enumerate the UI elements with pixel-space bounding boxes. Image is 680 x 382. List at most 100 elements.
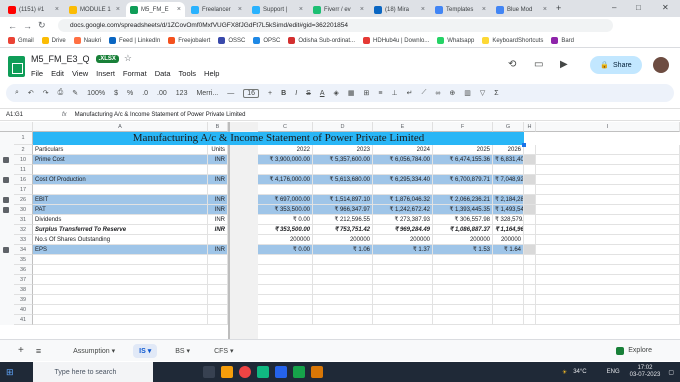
- cell[interactable]: [208, 285, 228, 295]
- cell[interactable]: 2026: [493, 145, 524, 155]
- chrome-icon[interactable]: [238, 366, 251, 378]
- expand-group-icon[interactable]: [3, 247, 9, 253]
- row-number[interactable]: 33: [14, 235, 33, 245]
- cell[interactable]: INR: [208, 205, 228, 215]
- cell[interactable]: ₹ 966,347.97: [313, 205, 373, 215]
- cell[interactable]: [524, 235, 536, 245]
- cell[interactable]: ₹ 1,086,887.37: [433, 225, 493, 235]
- cell[interactable]: ₹ 5,613,680.00: [313, 175, 373, 185]
- sheet-tab-menu-icon[interactable]: ▾: [110, 348, 116, 355]
- cell[interactable]: [524, 155, 536, 165]
- cell[interactable]: [33, 165, 208, 175]
- cell[interactable]: ₹ 3,900,000.00: [258, 155, 313, 165]
- tab-close-icon[interactable]: ×: [421, 6, 425, 13]
- cell[interactable]: [536, 215, 680, 225]
- cell[interactable]: [208, 275, 228, 285]
- cell[interactable]: [373, 185, 433, 195]
- cell[interactable]: [433, 295, 493, 305]
- cell[interactable]: [313, 305, 373, 315]
- filter-icon[interactable]: ▽: [480, 89, 485, 97]
- cell[interactable]: [524, 215, 536, 225]
- align-icon[interactable]: ≡: [378, 90, 382, 97]
- cell[interactable]: [524, 195, 536, 205]
- cell[interactable]: [313, 315, 373, 325]
- sheet-tab-bs[interactable]: BS ▾: [169, 344, 196, 358]
- cell[interactable]: [373, 165, 433, 175]
- cell[interactable]: PAT: [33, 205, 208, 215]
- cell[interactable]: [536, 185, 680, 195]
- menu-file[interactable]: File: [31, 69, 43, 78]
- cell[interactable]: ₹ 753,751.42: [313, 225, 373, 235]
- cell[interactable]: ₹ 1.37: [373, 245, 433, 255]
- browser-tab[interactable]: (1151) #1 ×: [4, 2, 63, 17]
- cell[interactable]: [536, 285, 680, 295]
- cell[interactable]: [536, 145, 680, 155]
- cell[interactable]: [208, 235, 228, 245]
- font-size-increase[interactable]: +: [268, 90, 272, 97]
- cell[interactable]: [536, 165, 680, 175]
- back-icon[interactable]: ←: [8, 21, 17, 31]
- cell[interactable]: [313, 295, 373, 305]
- column-header-b[interactable]: B: [208, 122, 228, 132]
- cell[interactable]: ₹ 1,164,963.53: [493, 225, 524, 235]
- sheet-tab-assumption[interactable]: Assumption ▾: [67, 344, 121, 358]
- wrap-icon[interactable]: ↵: [407, 89, 413, 97]
- cell[interactable]: [493, 295, 524, 305]
- windows-start-icon[interactable]: ⊞: [6, 367, 14, 378]
- browser-tab[interactable]: Freelancer ×: [187, 2, 246, 17]
- menu-data[interactable]: Data: [155, 69, 171, 78]
- cell[interactable]: [258, 165, 313, 175]
- column-header-i[interactable]: I: [536, 122, 680, 132]
- cell[interactable]: [536, 245, 680, 255]
- sheets-logo-icon[interactable]: [8, 56, 25, 77]
- cell[interactable]: [536, 175, 680, 185]
- row-number[interactable]: 40: [14, 305, 33, 315]
- row-number[interactable]: 31: [14, 215, 33, 225]
- expand-group-icon[interactable]: [3, 197, 9, 203]
- cell[interactable]: [524, 255, 536, 265]
- tab-close-icon[interactable]: ×: [116, 6, 120, 13]
- cell[interactable]: ₹ 353,500.00: [258, 205, 313, 215]
- cell[interactable]: ₹ 1.64: [493, 245, 524, 255]
- cell[interactable]: [493, 275, 524, 285]
- cell[interactable]: [536, 265, 680, 275]
- add-sheet-icon[interactable]: +: [18, 345, 24, 356]
- cell[interactable]: [536, 315, 680, 325]
- cell[interactable]: ₹ 1,493,542.99: [493, 205, 524, 215]
- cell[interactable]: ₹ 328,579.46: [493, 215, 524, 225]
- cell[interactable]: [208, 165, 228, 175]
- avatar[interactable]: [653, 57, 669, 73]
- comment-add-icon[interactable]: ⊕: [449, 89, 455, 97]
- cell[interactable]: ₹ 212,596.55: [313, 215, 373, 225]
- cell[interactable]: [373, 275, 433, 285]
- cell[interactable]: 2024: [373, 145, 433, 155]
- cell[interactable]: [536, 195, 680, 205]
- doc-title[interactable]: M5_FM_E3_Q: [31, 54, 90, 64]
- cell[interactable]: ₹ 0.00: [258, 215, 313, 225]
- row-number[interactable]: 16: [14, 175, 33, 185]
- clock[interactable]: 17:02 03-07-2023: [630, 365, 661, 379]
- word-icon[interactable]: [274, 366, 287, 378]
- functions-icon[interactable]: Σ: [494, 90, 498, 97]
- cell[interactable]: [33, 275, 208, 285]
- expand-group-icon[interactable]: [3, 207, 9, 213]
- new-tab-icon[interactable]: +: [556, 3, 561, 13]
- all-sheets-icon[interactable]: ≡: [36, 346, 41, 356]
- row-number[interactable]: 39: [14, 295, 33, 305]
- menu-edit[interactable]: Edit: [51, 69, 64, 78]
- sheet-tab-menu-icon[interactable]: ▾: [228, 348, 234, 355]
- cell[interactable]: Prime Cost: [33, 155, 208, 165]
- column-header-e[interactable]: E: [373, 122, 433, 132]
- history-icon[interactable]: ⟲: [508, 59, 516, 70]
- cell[interactable]: [524, 205, 536, 215]
- row-number[interactable]: 1: [14, 132, 33, 145]
- cell[interactable]: [258, 305, 313, 315]
- cell[interactable]: 200000: [433, 235, 493, 245]
- column-header-g[interactable]: G: [493, 122, 524, 132]
- undo-icon[interactable]: ↶: [28, 89, 34, 97]
- link-icon[interactable]: ∞: [435, 90, 440, 97]
- cell[interactable]: [524, 275, 536, 285]
- cell[interactable]: [524, 185, 536, 195]
- zoom-select[interactable]: 100%: [87, 90, 105, 97]
- sheet-tab-menu-icon[interactable]: ▾: [146, 348, 152, 355]
